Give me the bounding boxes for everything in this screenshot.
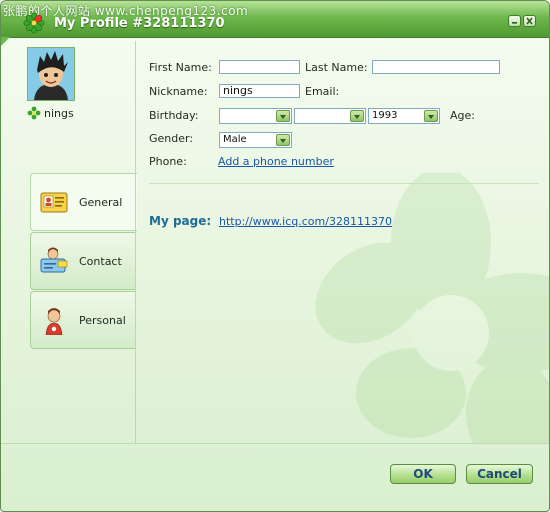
last-name-label: Last Name: bbox=[305, 61, 368, 74]
tab-personal-label: Personal bbox=[79, 313, 126, 327]
avatar[interactable] bbox=[27, 47, 75, 101]
nickname-field-label: Nickname: bbox=[149, 85, 208, 98]
background-flower-watermark-icon bbox=[315, 173, 549, 443]
avatar-image bbox=[28, 48, 74, 100]
profile-window: 张鹏的个人网站 www.chenpeng123.com My Profile #… bbox=[0, 0, 550, 512]
close-button[interactable] bbox=[523, 15, 536, 27]
nickname-field[interactable]: nings bbox=[219, 84, 300, 98]
first-name-field[interactable] bbox=[219, 60, 300, 74]
birthday-day-select[interactable] bbox=[294, 108, 366, 124]
my-page-label: My page: bbox=[149, 214, 212, 228]
chevron-down-icon bbox=[350, 110, 364, 122]
close-icon bbox=[526, 17, 533, 25]
minimize-icon bbox=[512, 22, 517, 24]
tab-personal[interactable]: Personal bbox=[30, 291, 136, 349]
window-title: My Profile #328111370 bbox=[54, 16, 225, 31]
footer-divider bbox=[1, 443, 549, 444]
id-card-icon bbox=[40, 192, 68, 213]
minimize-button[interactable] bbox=[508, 15, 521, 27]
icq-flower-icon bbox=[23, 12, 45, 34]
tab-contact-label: Contact bbox=[79, 254, 122, 268]
ok-button[interactable]: OK bbox=[390, 464, 456, 484]
chevron-down-icon bbox=[424, 110, 438, 122]
tab-general-label: General bbox=[79, 195, 123, 209]
contact-card-icon bbox=[40, 247, 68, 273]
gender-select[interactable]: Male bbox=[219, 132, 292, 148]
phone-label: Phone: bbox=[149, 155, 187, 168]
online-status-icon bbox=[27, 106, 41, 120]
tab-contact[interactable]: Contact bbox=[30, 232, 136, 290]
nickname-row: nings bbox=[27, 105, 74, 121]
section-divider bbox=[149, 183, 539, 184]
add-phone-link[interactable]: Add a phone number bbox=[218, 155, 334, 168]
person-icon bbox=[45, 308, 63, 335]
birthday-year-value: 1993 bbox=[372, 110, 398, 121]
gender-value: Male bbox=[223, 134, 247, 145]
nickname-label: nings bbox=[44, 106, 74, 120]
email-label: Email: bbox=[305, 85, 340, 98]
first-name-label: First Name: bbox=[149, 61, 212, 74]
gender-label: Gender: bbox=[149, 132, 194, 145]
last-name-field[interactable] bbox=[372, 60, 500, 74]
tab-general[interactable]: General bbox=[30, 173, 137, 231]
panel-divider bbox=[135, 41, 136, 443]
chevron-down-icon bbox=[276, 134, 290, 146]
age-label: Age: bbox=[450, 109, 475, 122]
chevron-down-icon bbox=[276, 110, 290, 122]
cancel-button[interactable]: Cancel bbox=[466, 464, 533, 484]
title-bar[interactable]: 张鹏的个人网站 www.chenpeng123.com My Profile #… bbox=[1, 1, 549, 38]
birthday-month-select[interactable] bbox=[219, 108, 292, 124]
my-page-link[interactable]: http://www.icq.com/328111370 bbox=[219, 215, 392, 228]
birthday-label: Birthday: bbox=[149, 109, 199, 122]
birthday-year-select[interactable]: 1993 bbox=[368, 108, 440, 124]
